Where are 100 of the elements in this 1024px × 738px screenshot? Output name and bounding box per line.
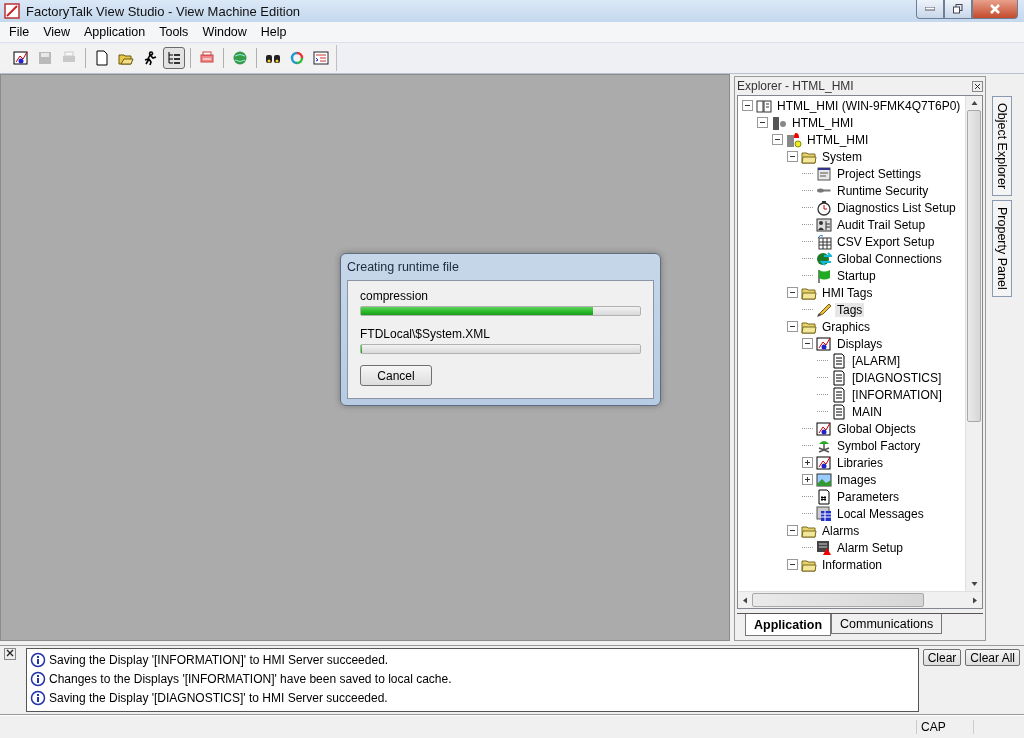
- collapse-button[interactable]: [787, 287, 798, 298]
- tree-item[interactable]: [INFORMATION]: [850, 387, 944, 402]
- document-icon: [831, 352, 847, 369]
- tree-item[interactable]: Libraries: [835, 455, 886, 470]
- tree-item[interactable]: [DIAGNOSTICS]: [850, 370, 944, 385]
- task-label: compression: [360, 289, 430, 303]
- horizontal-scrollbar[interactable]: [738, 591, 982, 608]
- tree-item[interactable]: Information: [820, 557, 885, 572]
- tree-item[interactable]: Tags: [835, 302, 865, 317]
- minimize-icon: [925, 7, 935, 11]
- window-title: FactoryTalk View Studio - View Machine Edition: [26, 3, 302, 19]
- tree-item[interactable]: [ALARM]: [850, 353, 902, 368]
- clear-button[interactable]: Clear All: [965, 649, 1020, 666]
- expand-button[interactable]: [802, 474, 813, 485]
- tree-item[interactable]: MAIN: [850, 404, 884, 419]
- chart-icon: [816, 335, 832, 352]
- tab[interactable]: Communications: [831, 614, 943, 634]
- tree-item[interactable]: Diagnostics List Setup: [835, 200, 958, 215]
- menu-item[interactable]: File: [2, 25, 37, 39]
- tree-item[interactable]: Startup: [835, 268, 878, 283]
- tree-item[interactable]: Audit Trail Setup: [835, 217, 928, 232]
- info-icon: [30, 689, 46, 706]
- tree-item[interactable]: Runtime Security: [835, 183, 931, 198]
- document-icon: [831, 403, 847, 420]
- message-text: Saving the Display '[INFORMATION]' to HMI Server succeeded.: [49, 652, 389, 667]
- info-icon: [30, 651, 46, 668]
- table-window-icon: [816, 505, 832, 522]
- cancel-button[interactable]: Cancel: [360, 365, 432, 386]
- key-icon: [816, 188, 832, 193]
- menu-item[interactable]: View: [36, 25, 78, 39]
- tab[interactable]: Application: [745, 614, 832, 636]
- globe-icon: [232, 50, 248, 66]
- tree-item[interactable]: Parameters: [835, 489, 902, 504]
- close-button[interactable]: [972, 80, 983, 92]
- app-logo-icon: [4, 3, 20, 19]
- close-button[interactable]: [4, 648, 16, 660]
- person-table-icon: [816, 216, 832, 233]
- tree-item[interactable]: HTML_HMI: [805, 132, 871, 147]
- collapse-button[interactable]: [787, 525, 798, 536]
- collapse-button[interactable]: [772, 134, 783, 145]
- tree-item[interactable]: HMI Tags: [820, 285, 875, 300]
- message-text: Changes to the Displays '[INFORMATION]' have been saved to local cache.: [49, 671, 452, 686]
- tree-item[interactable]: Graphics: [820, 319, 873, 334]
- menu-item[interactable]: Tools: [152, 25, 196, 39]
- globe-arrows-icon: [816, 250, 832, 267]
- collapse-button[interactable]: [802, 338, 813, 349]
- tree-item[interactable]: Alarm Setup: [835, 540, 906, 555]
- menu-item[interactable]: Application: [77, 25, 153, 39]
- menu-item[interactable]: Window: [195, 25, 254, 39]
- vertical-scrollbar[interactable]: [965, 96, 982, 591]
- clear-button[interactable]: Clear: [922, 649, 962, 666]
- tree-item[interactable]: Local Messages: [835, 506, 926, 521]
- pencil-icon: [816, 301, 832, 318]
- collapse-button[interactable]: [787, 559, 798, 570]
- info-icon: [30, 670, 46, 687]
- toolbar-button[interactable]: [163, 47, 185, 69]
- tree-item[interactable]: CSV Export Setup: [835, 234, 937, 249]
- side-tab[interactable]: Object Explorer: [992, 96, 1012, 197]
- tree-item[interactable]: System: [820, 149, 864, 164]
- collapse-button[interactable]: [742, 100, 753, 111]
- task-label: FTDLocal\$System.XML: [360, 327, 492, 341]
- close-icon: [990, 4, 1000, 14]
- picture-icon: [816, 471, 832, 488]
- tree-item[interactable]: HTML_HMI: [790, 115, 856, 130]
- restore-icon: [953, 4, 963, 14]
- menu-item[interactable]: Help: [253, 25, 294, 39]
- chart-icon: [13, 50, 29, 66]
- save-icon: [37, 50, 53, 66]
- close-icon: [6, 649, 14, 657]
- expand-button[interactable]: [802, 457, 813, 468]
- tree-item[interactable]: Displays: [835, 336, 885, 351]
- collapse-button[interactable]: [787, 151, 798, 162]
- tree-item[interactable]: Images: [835, 472, 879, 487]
- flag-icon: [816, 267, 832, 284]
- minimize-button[interactable]: [916, 0, 944, 19]
- status-indicator: CAP: [916, 720, 974, 734]
- tree-item[interactable]: Symbol Factory: [835, 438, 923, 453]
- refresh-icon: [289, 50, 305, 66]
- tree-item[interactable]: Global Connections: [835, 251, 944, 266]
- log-window-icon: [313, 50, 329, 66]
- printer-icon: [199, 50, 215, 66]
- restore-button[interactable]: [944, 0, 972, 19]
- blank-page-icon: [94, 50, 110, 66]
- collapse-button[interactable]: [787, 321, 798, 332]
- tree-item[interactable]: Alarms: [820, 523, 862, 538]
- tree-item[interactable]: HTML_HMI (WIN-9FMK4Q7T6P0): [775, 98, 963, 113]
- spreadsheet-icon: [816, 233, 832, 250]
- dialog-title: Creating runtime file: [347, 259, 460, 276]
- stopwatch-icon: [816, 199, 832, 216]
- collapse-button[interactable]: [757, 117, 768, 128]
- form-icon: [816, 165, 832, 182]
- message-text: Saving the Display '[DIAGNOSTICS]' to HMI Server succeeded.: [49, 690, 388, 705]
- close-icon: [974, 82, 981, 90]
- chart-icon: [816, 420, 832, 437]
- side-tab[interactable]: Property Panel: [992, 200, 1012, 297]
- tree-item[interactable]: Project Settings: [835, 166, 924, 181]
- tree-item[interactable]: Global Objects: [835, 421, 918, 436]
- alarm-window-icon: [816, 539, 832, 556]
- document-icon: [831, 369, 847, 386]
- hash-document-icon: [816, 488, 832, 505]
